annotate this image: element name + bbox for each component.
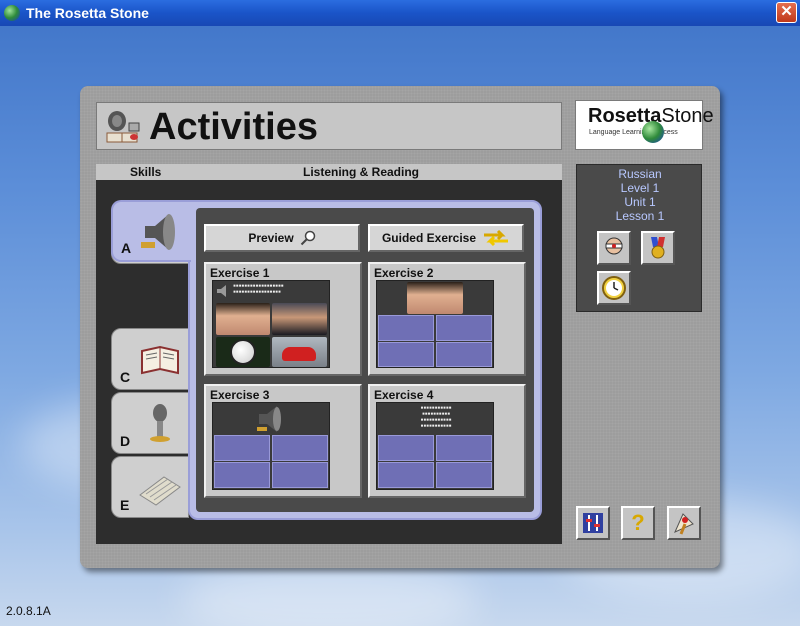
answer-cell — [378, 315, 434, 341]
photo-car — [272, 337, 327, 367]
soccer-ball-icon — [230, 339, 256, 365]
window-title: The Rosetta Stone — [26, 5, 149, 21]
tab-letter: A — [121, 240, 132, 256]
language-label: Russian — [618, 167, 662, 181]
question-mark-icon: ? — [631, 510, 645, 535]
exercise-thumbnail: ▪▪▪▪▪▪▪▪▪▪▪▪▪▪▪▪▪▪ ▪▪▪▪▪▪▪▪▪▪▪▪▪▪▪▪▪ — [212, 280, 330, 368]
close-button[interactable]: ✕ — [776, 2, 797, 23]
photo-woman — [407, 282, 463, 314]
skills-bar: Skills Listening & Reading — [96, 164, 562, 180]
exercise-label: Exercise 3 — [210, 388, 270, 402]
exercise-2[interactable]: Exercise 2 — [368, 262, 526, 376]
globe-icon — [4, 5, 20, 21]
photo-man — [272, 303, 327, 335]
activities-icon — [106, 111, 140, 143]
answer-cell — [272, 462, 328, 488]
logo-word-2: Stone — [661, 105, 714, 127]
exercise-thumbnail — [212, 402, 330, 490]
answer-cell — [378, 462, 434, 488]
rosetta-stone-logo: RosettaStone Language Learning Success — [575, 100, 714, 150]
medal-button[interactable] — [641, 231, 675, 265]
globe-icon — [642, 121, 664, 143]
page-title: Activities — [149, 106, 318, 148]
cyrillic-text: ▪▪▪▪▪▪▪▪▪▪▪▪▪▪▪▪▪▪ ▪▪▪▪▪▪▪▪▪▪▪▪▪▪▪▪▪ — [233, 283, 284, 295]
photo-woman — [216, 303, 270, 335]
exit-button[interactable] — [667, 506, 701, 540]
exercise-label: Exercise 1 — [210, 266, 270, 280]
preview-button[interactable]: Preview — [204, 224, 360, 252]
arrows-icon — [484, 229, 509, 247]
answer-cell — [378, 435, 434, 461]
tab-e[interactable]: E — [111, 456, 189, 518]
exercise-4[interactable]: Exercise 4 ▪▪▪▪▪▪▪▪▪▪▪ ▪▪▪▪▪▪▪▪▪▪ ▪▪▪▪▪▪▪▪… — [368, 384, 526, 498]
answer-cell — [378, 342, 434, 367]
medal-icon — [651, 237, 665, 259]
speaker-icon — [257, 406, 281, 432]
help-button[interactable]: ? — [621, 506, 655, 540]
timer-button[interactable] — [597, 271, 631, 305]
speaker-icon — [141, 214, 175, 250]
settings-icon — [583, 513, 603, 533]
exercise-thumbnail — [376, 280, 494, 368]
skills-label: Skills — [130, 165, 162, 179]
skill-name: Listening & Reading — [303, 165, 420, 179]
guided-exercise-label: Guided Exercise — [381, 231, 477, 245]
lesson-label: Lesson 1 — [615, 209, 665, 223]
preview-label: Preview — [248, 231, 294, 245]
book-icon — [141, 345, 179, 375]
exercise-thumbnail: ▪▪▪▪▪▪▪▪▪▪▪ ▪▪▪▪▪▪▪▪▪▪ ▪▪▪▪▪▪▪▪▪▪▪ ▪▪▪▪▪▪▪▪… — [376, 402, 494, 490]
photo-soccer-ball — [216, 337, 270, 367]
tab-letter: E — [120, 497, 130, 513]
answer-cell — [436, 315, 492, 341]
exercise-1[interactable]: Exercise 1 ▪▪▪▪▪▪▪▪▪▪▪▪▪▪▪▪▪▪ ▪▪▪▪▪▪▪▪▪▪▪… — [204, 262, 362, 376]
clock-icon — [602, 276, 626, 300]
tab-a[interactable]: A — [111, 200, 191, 262]
cloud — [180, 560, 480, 626]
level-label: Level 1 — [620, 181, 660, 195]
activity-content: Preview Guided Exercise Exercise 1 ▪▪▪▪▪… — [188, 200, 542, 520]
user-button[interactable] — [597, 231, 631, 265]
answer-cell — [214, 435, 270, 461]
version-label: 2.0.8.1A — [6, 604, 51, 618]
guided-exercise-button[interactable]: Guided Exercise — [368, 224, 524, 252]
keyboard-icon — [139, 476, 181, 506]
cyrillic-text: ▪▪▪▪▪▪▪▪▪▪▪ ▪▪▪▪▪▪▪▪▪▪ ▪▪▪▪▪▪▪▪▪▪▪ ▪▪▪▪▪▪▪▪… — [420, 405, 452, 429]
unit-label: Unit 1 — [624, 195, 656, 209]
speaker-icon — [217, 285, 226, 297]
magnifier-icon — [300, 230, 315, 246]
answer-cell — [436, 462, 492, 488]
tab-c[interactable]: C — [111, 328, 189, 390]
tab-letter: D — [120, 433, 131, 449]
tab-d[interactable]: D — [111, 392, 189, 454]
user-head-icon — [605, 237, 623, 255]
exercise-panel: Preview Guided Exercise Exercise 1 ▪▪▪▪▪… — [196, 208, 534, 512]
tab-letter: C — [120, 369, 131, 385]
answer-cell — [214, 462, 270, 488]
exercise-label: Exercise 4 — [374, 388, 434, 402]
exit-icon — [674, 513, 694, 535]
settings-button[interactable] — [576, 506, 610, 540]
main-panel: Activities RosettaStone Language Learnin… — [80, 86, 720, 568]
exercise-label: Exercise 2 — [374, 266, 434, 280]
microphone-icon — [150, 404, 170, 442]
answer-cell — [436, 342, 492, 367]
exercise-3[interactable]: Exercise 3 — [204, 384, 362, 498]
answer-cell — [436, 435, 492, 461]
window-titlebar: The Rosetta Stone ✕ — [0, 0, 800, 26]
header-bar: Activities — [96, 102, 562, 150]
lesson-info: Russian Level 1 Unit 1 Lesson 1 — [576, 164, 702, 312]
answer-cell — [272, 435, 328, 461]
logo-tagline: Language Learning Success — [589, 129, 678, 136]
car-icon — [282, 347, 316, 361]
